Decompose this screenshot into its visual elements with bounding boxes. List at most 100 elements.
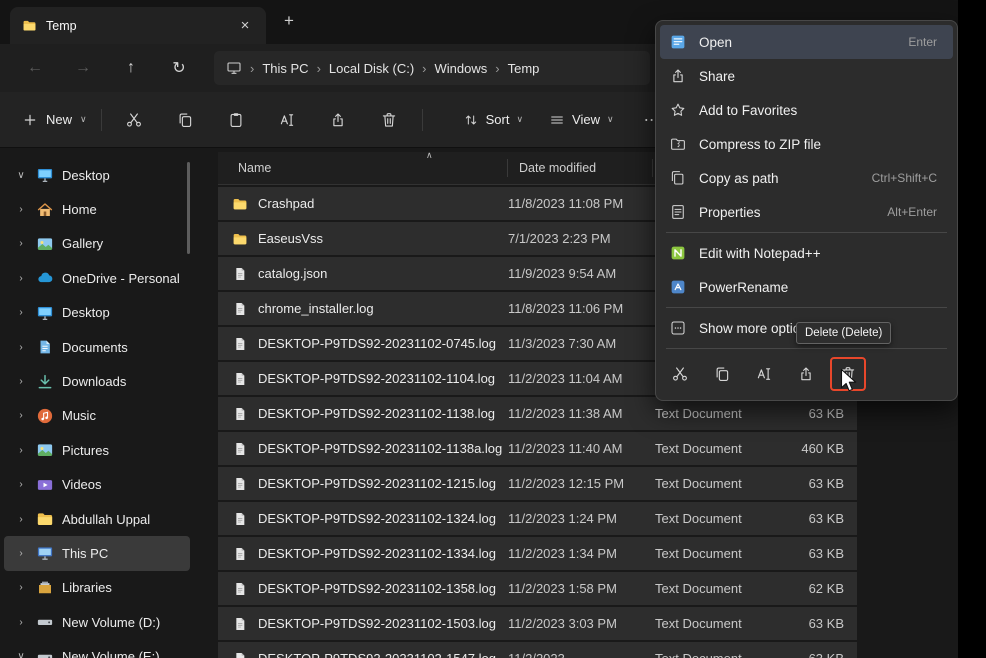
menu-share-button[interactable] bbox=[788, 357, 824, 391]
screen: Temp × + ← → ↑ ↻ ›This PC›Local Disk (C:… bbox=[0, 0, 986, 658]
file-type: Text Document bbox=[655, 651, 800, 658]
sidebar-item-label: Desktop bbox=[62, 168, 110, 183]
menu-item-copy-as-path[interactable]: Copy as pathCtrl+Shift+C bbox=[660, 161, 953, 195]
delete-button[interactable] bbox=[371, 103, 408, 137]
file-row[interactable]: DESKTOP-P9TDS92-20231102-1324.log11/2/20… bbox=[218, 502, 857, 535]
file-row[interactable]: DESKTOP-P9TDS92-20231102-1547.log11/2/20… bbox=[218, 642, 857, 658]
menu-item-powerrename[interactable]: PowerRename bbox=[660, 270, 953, 304]
sidebar-item-videos[interactable]: ›Videos bbox=[4, 468, 190, 502]
breadcrumb-item-temp[interactable]: Temp bbox=[508, 61, 540, 76]
sidebar-item-gallery[interactable]: › Gallery bbox=[4, 227, 190, 261]
sidebar-item-home[interactable]: ›Home bbox=[4, 192, 190, 226]
notepadpp-icon bbox=[668, 244, 688, 262]
share-button[interactable] bbox=[320, 103, 357, 137]
rename-button[interactable] bbox=[269, 103, 306, 137]
menu-item-compress-to-zip-file[interactable]: Compress to ZIP file bbox=[660, 127, 953, 161]
forward-button[interactable]: → bbox=[62, 59, 104, 77]
chevron-right-icon[interactable]: › bbox=[14, 548, 28, 559]
file-row[interactable]: DESKTOP-P9TDS92-20231102-1334.log11/2/20… bbox=[218, 537, 857, 570]
refresh-button[interactable]: ↻ bbox=[158, 58, 200, 78]
chevron-down-icon[interactable]: ∨ bbox=[14, 651, 28, 658]
chevron-right-icon[interactable]: › bbox=[14, 204, 28, 215]
sidebar-item-desktop[interactable]: ∨ Desktop bbox=[4, 158, 190, 192]
file-row[interactable]: DESKTOP-P9TDS92-20231102-1138a.log11/2/2… bbox=[218, 432, 857, 465]
menu-item-open[interactable]: OpenEnter bbox=[660, 25, 953, 59]
cut-button[interactable] bbox=[116, 103, 153, 137]
sidebar-item-abdullah-uppal[interactable]: ›Abdullah Uppal bbox=[4, 502, 190, 536]
column-header-name[interactable]: Name ∧ bbox=[238, 159, 508, 177]
sidebar-item-desktop[interactable]: ›Desktop bbox=[4, 296, 190, 330]
file-row[interactable]: DESKTOP-P9TDS92-20231102-1138.log11/2/20… bbox=[218, 397, 857, 430]
menu-item-properties[interactable]: PropertiesAlt+Enter bbox=[660, 195, 953, 229]
chevron-right-icon[interactable]: › bbox=[14, 376, 28, 387]
sidebar-item-music[interactable]: ›Music bbox=[4, 399, 190, 433]
cut-icon bbox=[671, 365, 689, 383]
breadcrumb-item-local-disk-c[interactable]: Local Disk (C:) bbox=[329, 61, 414, 76]
tab-close-icon[interactable]: × bbox=[236, 17, 254, 34]
paste-button[interactable] bbox=[218, 103, 255, 137]
menu-item-label: Copy as path bbox=[699, 171, 861, 186]
folder-icon bbox=[36, 510, 54, 528]
file-icon bbox=[232, 651, 248, 658]
file-row[interactable]: DESKTOP-P9TDS92-20231102-1215.log11/2/20… bbox=[218, 467, 857, 500]
chevron-right-icon[interactable]: › bbox=[14, 238, 28, 249]
file-row[interactable]: DESKTOP-P9TDS92-20231102-1503.log11/2/20… bbox=[218, 607, 857, 640]
sidebar-item-documents[interactable]: ›Documents bbox=[4, 330, 190, 364]
menu-copy-button[interactable] bbox=[704, 357, 740, 391]
tab-temp[interactable]: Temp × bbox=[10, 7, 266, 44]
home-icon bbox=[36, 201, 54, 219]
chevron-right-icon[interactable]: › bbox=[14, 342, 28, 353]
toolbar-divider bbox=[101, 109, 102, 131]
copy-icon bbox=[713, 365, 731, 383]
file-date-modified: 11/8/2023 11:08 PM bbox=[508, 196, 655, 211]
desktop-icon bbox=[36, 166, 54, 184]
breadcrumb-item-this-pc[interactable]: This PC bbox=[262, 61, 308, 76]
file-size: 63 KB bbox=[800, 406, 857, 421]
column-header-date-modified[interactable]: Date modified bbox=[508, 159, 653, 177]
file-name: DESKTOP-P9TDS92-20231102-1503.log bbox=[258, 616, 508, 631]
paste-icon bbox=[227, 111, 245, 129]
back-button[interactable]: ← bbox=[14, 59, 56, 77]
chevron-right-icon[interactable]: › bbox=[14, 479, 28, 490]
sidebar-item-downloads[interactable]: ›Downloads bbox=[4, 364, 190, 398]
chevron-down-icon[interactable]: ∨ bbox=[14, 170, 28, 181]
sidebar-item-pictures[interactable]: ›Pictures bbox=[4, 433, 190, 467]
sidebar-scrollbar[interactable] bbox=[187, 162, 190, 254]
sidebar-item-label: Gallery bbox=[62, 236, 103, 251]
view-button[interactable]: View ∨ bbox=[549, 112, 614, 128]
menu-item-edit-with-notepad[interactable]: Edit with Notepad++ bbox=[660, 236, 953, 270]
breadcrumb-item-windows[interactable]: Windows bbox=[435, 61, 488, 76]
menu-item-add-to-favorites[interactable]: Add to Favorites bbox=[660, 93, 953, 127]
chevron-right-icon[interactable]: › bbox=[14, 617, 28, 628]
folder-icon bbox=[22, 18, 37, 33]
sidebar-item-new-volume-e[interactable]: ∨New Volume (E:) bbox=[4, 639, 190, 658]
menu-item-label: Compress to ZIP file bbox=[699, 137, 926, 152]
chevron-right-icon[interactable]: › bbox=[14, 514, 28, 525]
chevron-down-icon: ∨ bbox=[516, 114, 523, 125]
breadcrumb[interactable]: ›This PC›Local Disk (C:)›Windows›Temp bbox=[214, 51, 650, 85]
menu-item-share[interactable]: Share bbox=[660, 59, 953, 93]
sort-button[interactable]: Sort ∨ bbox=[463, 112, 523, 128]
menu-rename-button[interactable] bbox=[746, 357, 782, 391]
chevron-right-icon[interactable]: › bbox=[14, 445, 28, 456]
libraries-icon bbox=[36, 579, 54, 597]
sidebar-item-label: This PC bbox=[62, 546, 108, 561]
sidebar-item-new-volume-d[interactable]: ›New Volume (D:) bbox=[4, 605, 190, 639]
up-button[interactable]: ↑ bbox=[110, 59, 152, 77]
delete-icon bbox=[380, 111, 398, 129]
chevron-right-icon[interactable]: › bbox=[14, 307, 28, 318]
onedrive-icon bbox=[36, 269, 54, 287]
sidebar-item-libraries[interactable]: ›Libraries bbox=[4, 571, 190, 605]
menu-cut-button[interactable] bbox=[662, 357, 698, 391]
chevron-right-icon[interactable]: › bbox=[14, 410, 28, 421]
sidebar-item-onedrive-personal[interactable]: ›OneDrive - Personal bbox=[4, 261, 190, 295]
new-button[interactable]: New ∨ bbox=[22, 112, 87, 128]
copy-button[interactable] bbox=[167, 103, 204, 137]
file-icon bbox=[232, 511, 248, 527]
new-tab-button[interactable]: + bbox=[284, 11, 294, 31]
chevron-right-icon[interactable]: › bbox=[14, 582, 28, 593]
sidebar-item-this-pc[interactable]: › This PC bbox=[4, 536, 190, 570]
file-row[interactable]: DESKTOP-P9TDS92-20231102-1358.log11/2/20… bbox=[218, 572, 857, 605]
chevron-down-icon: ∨ bbox=[607, 114, 614, 125]
chevron-right-icon[interactable]: › bbox=[14, 273, 28, 284]
